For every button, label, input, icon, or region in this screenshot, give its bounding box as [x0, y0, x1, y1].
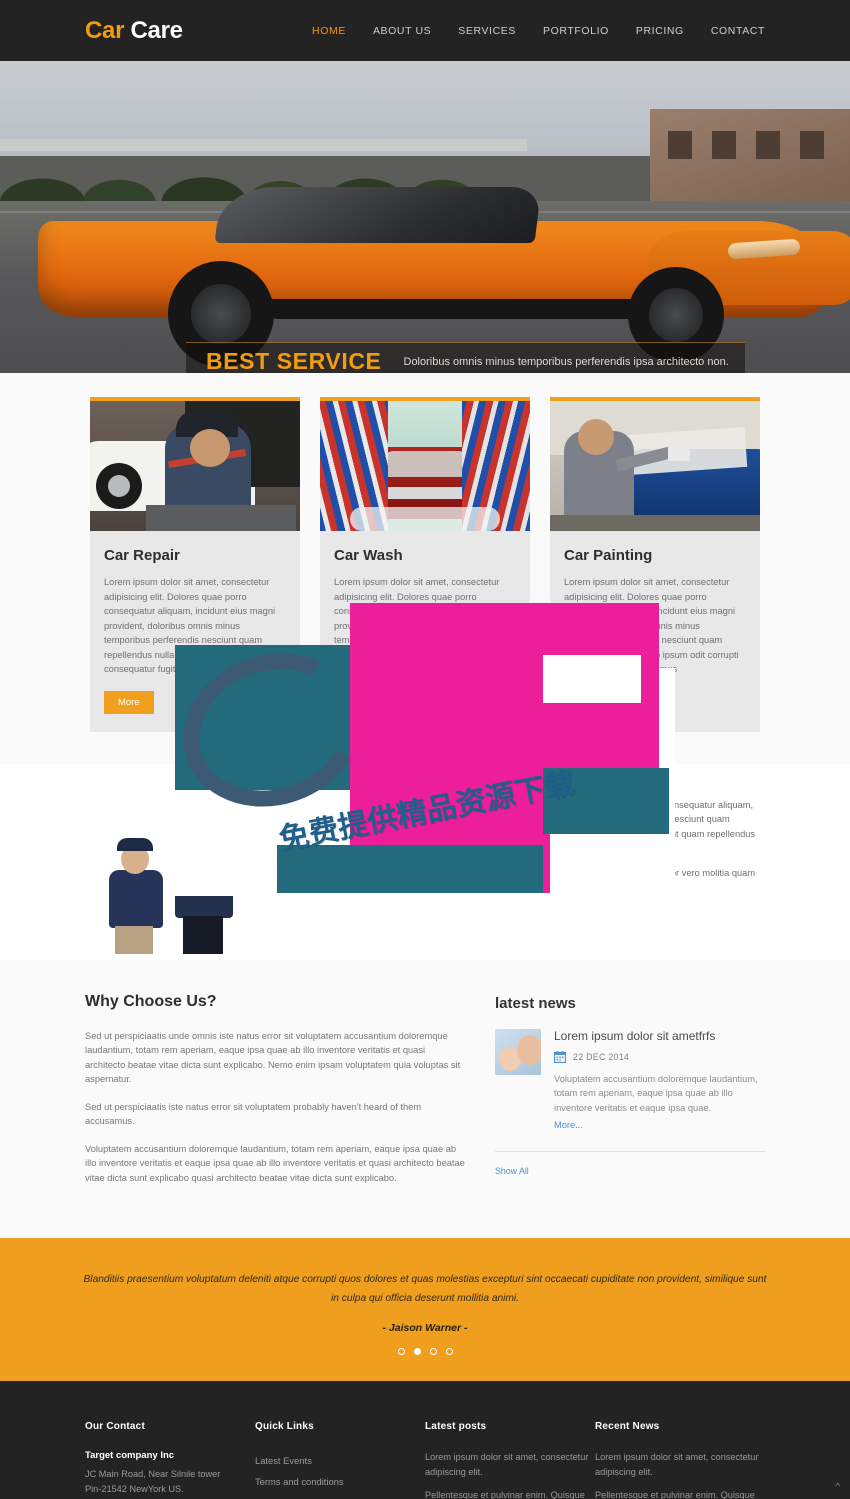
testimonial-pager [80, 1348, 770, 1355]
nav-item-home[interactable]: HOME [312, 25, 346, 37]
pager-dot-1[interactable] [397, 1348, 405, 1355]
car-cabin [214, 187, 542, 243]
nav-item-pricing[interactable]: PRICING [636, 25, 684, 37]
hero-sportscar [28, 179, 850, 367]
why-choose-us-column: Why Choose Us? Sed ut perspiciaatis unde… [85, 993, 467, 1199]
team-member-male [173, 821, 235, 954]
main-navigation: HOME ABOUT US SERVICES PORTFOLIO PRICING… [312, 25, 765, 37]
site-footer: Our Contact Target company Inc JC Main R… [0, 1381, 850, 1499]
more-button[interactable]: More [564, 690, 614, 714]
card-text: Lorem ipsum dolor sit amet, consectetur … [104, 577, 279, 674]
site-header: Car Care HOME ABOUT US SERVICES PORTFOLI… [0, 0, 850, 61]
card-title: Car Repair [104, 547, 180, 564]
footer-post-item[interactable]: Pellentesque et pulvinar enim. Quisque a… [425, 1488, 595, 1499]
card-title: Car Wash [334, 547, 403, 564]
footer-column-quick-links: Quick Links Latest Events Terms and cond… [255, 1421, 425, 1499]
more-button[interactable]: More [104, 690, 154, 714]
hero-caption: BEST SERVICE Doloribus omnis minus tempo… [186, 342, 745, 373]
news-list-item: Lorem ipsum dolor sit ametfrfs 22 DEC 20… [495, 1028, 765, 1134]
card-body: Car Repair Lorem ipsum dolor sit amet, c… [90, 531, 300, 732]
why-paragraph-2: Sed ut perspiciaatis iste natus error si… [85, 1101, 422, 1127]
footer-company-name: Target company Inc [85, 1450, 175, 1461]
news-excerpt: Voluptatem accusantium doloremque laudan… [554, 1073, 758, 1113]
site-logo[interactable]: Car Care [85, 17, 183, 45]
service-card-car-wash: Car Wash Lorem ipsum dolor sit amet, con… [320, 397, 530, 732]
footer-heading: Our Contact [85, 1421, 145, 1432]
why-choose-us-section: Why Choose Us? Sed ut perspiciaatis unde… [0, 959, 850, 1238]
page-root: Car Care HOME ABOUT US SERVICES PORTFOLI… [0, 0, 850, 1499]
card-body: Car Painting Lorem ipsum dolor sit amet,… [550, 531, 760, 732]
pager-dot-3[interactable] [429, 1348, 437, 1355]
footer-column-recent-news: Recent News Lorem ipsum dolor sit amet, … [595, 1421, 765, 1499]
footer-heading: Latest posts [425, 1421, 487, 1432]
hero-title: BEST SERVICE [206, 348, 382, 373]
news-thumbnail [495, 1028, 541, 1075]
card-title: Car Painting [564, 547, 653, 564]
service-card-car-repair: Car Repair Lorem ipsum dolor sit amet, c… [90, 397, 300, 732]
testimonial-quote: Blanditiis praesentium voluptatum deleni… [83, 1274, 767, 1304]
testimonial-author: - Jaison Warner - [382, 1322, 468, 1334]
footer-column-latest-posts: Latest posts Lorem ipsum dolor sit amet,… [425, 1421, 595, 1499]
car-skirt [268, 299, 648, 319]
team-member-female [107, 836, 165, 954]
news-more-link[interactable]: More... [554, 1120, 583, 1130]
car-wash-photo [320, 401, 530, 531]
news-date-text: 22 DEC 2014 [573, 1051, 630, 1062]
card-text: Lorem ipsum dolor sit amet, consectetur … [564, 577, 739, 674]
footer-column-our-contact: Our Contact Target company Inc JC Main R… [85, 1421, 255, 1499]
pager-dot-4[interactable] [445, 1348, 453, 1355]
nav-item-about-us[interactable]: ABOUT US [373, 25, 431, 37]
footer-link-privacy[interactable]: Privacy policy [255, 1492, 425, 1499]
footer-news-item[interactable]: Pellentesque et pulvinar enim. Quisque a… [595, 1488, 765, 1499]
why-paragraph-1: Sed ut perspiciaatis unde omnis iste nat… [85, 1030, 461, 1085]
scroll-to-top-icon[interactable]: ^ [836, 1481, 840, 1491]
card-body: Car Wash Lorem ipsum dolor sit amet, con… [320, 531, 530, 732]
footer-heading: Recent News [595, 1421, 660, 1432]
footer-columns: Our Contact Target company Inc JC Main R… [85, 1421, 765, 1499]
why-paragraph-3: Voluptatem accusantium doloremque laudan… [85, 1143, 465, 1183]
more-button[interactable]: More [334, 690, 384, 714]
footer-link-terms[interactable]: Terms and conditions [255, 1471, 425, 1492]
footer-link-latest-events[interactable]: Latest Events [255, 1450, 425, 1471]
footer-address-line-2: Pin-21542 NewYork US. [85, 1483, 184, 1494]
latest-news-column: latest news Lorem ipsum dolor sit ametfr… [495, 993, 765, 1199]
footer-post-item[interactable]: Lorem ipsum dolor sit amet, consectetur … [425, 1450, 595, 1479]
car-painting-photo [550, 401, 760, 531]
latest-news-title: latest news [495, 994, 576, 1012]
about-paragraph-2: Lorem ipsum dolor sit amet, consectetur … [351, 867, 756, 893]
hero-subtitle: Doloribus omnis minus temporibus perfere… [403, 355, 729, 368]
hero-car-image [0, 61, 850, 373]
testimonial-section: Blanditiis praesentium voluptatum deleni… [0, 1238, 850, 1381]
footer-heading: Quick Links [255, 1421, 314, 1432]
car-repair-photo [90, 401, 300, 531]
logo-text-secondary: Care [130, 16, 183, 44]
services-section: Car Repair Lorem ipsum dolor sit amet, c… [0, 373, 850, 764]
logo-text-primary: Car [85, 16, 125, 44]
card-text: Lorem ipsum dolor sit amet, consectetur … [334, 577, 509, 674]
news-headline[interactable]: Lorem ipsum dolor sit ametfrfs [554, 1029, 765, 1043]
page-title: Why Choose Us? [85, 992, 217, 1010]
calendar-icon [554, 1050, 566, 1063]
hero-wall [0, 139, 527, 151]
about-paragraph-1: Lorem ipsum dolor sit amet, consectetur … [351, 799, 756, 854]
nav-item-services[interactable]: SERVICES [458, 25, 516, 37]
about-text: Lorem ipsum dolor sit amet, consectetur … [351, 782, 765, 960]
pager-dot-2[interactable] [413, 1348, 421, 1355]
footer-address-line-1: JC Main Road, Near Silnile tower [85, 1469, 221, 1479]
divider [495, 1151, 765, 1152]
service-card-car-painting: Car Painting Lorem ipsum dolor sit amet,… [550, 397, 760, 732]
about-section: Lorem ipsum dolor sit amet, consectetur … [0, 763, 850, 960]
footer-news-item[interactable]: Lorem ipsum dolor sit amet, consectetur … [595, 1450, 765, 1479]
nav-item-portfolio[interactable]: PORTFOLIO [543, 25, 609, 37]
team-photo [85, 781, 325, 954]
news-date: 22 DEC 2014 [554, 1050, 765, 1063]
nav-item-contact[interactable]: CONTACT [711, 25, 765, 37]
hero-banner: BEST SERVICE Doloribus omnis minus tempo… [0, 61, 850, 373]
show-all-link[interactable]: Show All [495, 1166, 529, 1176]
